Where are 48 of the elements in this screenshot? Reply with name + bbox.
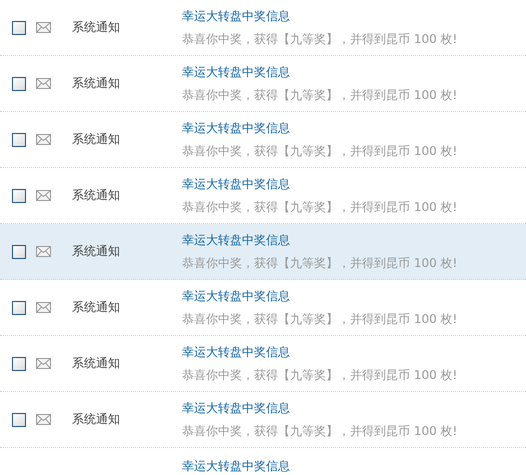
- message-text: 恭喜你中奖，获得【九等奖】，并得到昆币 100 枚!: [182, 366, 458, 384]
- envelope-icon: [36, 78, 51, 89]
- checkbox[interactable]: [12, 412, 26, 426]
- message-title-link[interactable]: 幸运大转盘中奖信息: [182, 176, 458, 192]
- message-text: 恭喜你中奖，获得【九等奖】，并得到昆币 100 枚!: [182, 86, 458, 104]
- message-title-link[interactable]: 幸运大转盘中奖信息: [182, 232, 458, 248]
- sender-name: 系统通知: [72, 75, 121, 92]
- message-text: 恭喜你中奖，获得【九等奖】，并得到昆币 100 枚!: [182, 310, 458, 328]
- envelope-icon: [36, 414, 51, 425]
- envelope-icon: [36, 358, 51, 369]
- sender-name: 系统通知: [72, 187, 121, 204]
- sender-name: 系统通知: [72, 299, 121, 316]
- checkbox[interactable]: [12, 300, 26, 314]
- message-text: 恭喜你中奖，获得【九等奖】，并得到昆币 100 枚!: [182, 142, 458, 160]
- message-title-link[interactable]: 幸运大转盘中奖信息: [182, 458, 290, 475]
- message-title-link[interactable]: 幸运大转盘中奖信息: [182, 120, 458, 136]
- message-row[interactable]: 系统通知 幸运大转盘中奖信息 恭喜你中奖，获得【九等奖】，并得到昆币 100 枚!: [0, 112, 526, 168]
- message-title-link[interactable]: 幸运大转盘中奖信息: [182, 288, 458, 304]
- message-row[interactable]: 系统通知 幸运大转盘中奖信息 恭喜你中奖，获得【九等奖】，并得到昆币 100 枚!: [0, 392, 526, 448]
- checkbox[interactable]: [12, 76, 26, 90]
- message-row[interactable]: 系统通知 幸运大转盘中奖信息 恭喜你中奖，获得【九等奖】，并得到昆币 100 枚!: [0, 280, 526, 336]
- message-title-link[interactable]: 幸运大转盘中奖信息: [182, 344, 458, 360]
- envelope-icon: [36, 246, 51, 257]
- envelope-icon: [36, 190, 51, 201]
- message-title-link[interactable]: 幸运大转盘中奖信息: [182, 400, 458, 416]
- message-row[interactable]: 系统通知 幸运大转盘中奖信息 恭喜你中奖，获得【九等奖】，并得到昆币 100 枚!: [0, 0, 526, 56]
- sender-name: 系统通知: [72, 355, 121, 372]
- checkbox[interactable]: [12, 356, 26, 370]
- message-text: 恭喜你中奖，获得【九等奖】，并得到昆币 100 枚!: [182, 30, 458, 48]
- checkbox[interactable]: [12, 188, 26, 202]
- envelope-icon: [36, 302, 51, 313]
- checkbox[interactable]: [12, 244, 26, 258]
- checkbox[interactable]: [12, 132, 26, 146]
- envelope-icon: [36, 22, 51, 33]
- message-text: 恭喜你中奖，获得【九等奖】，并得到昆币 100 枚!: [182, 254, 458, 272]
- message-text: 恭喜你中奖，获得【九等奖】，并得到昆币 100 枚!: [182, 422, 458, 440]
- message-title-link[interactable]: 幸运大转盘中奖信息: [182, 64, 458, 80]
- sender-name: 系统通知: [72, 131, 121, 148]
- message-text: 恭喜你中奖，获得【九等奖】，并得到昆币 100 枚!: [182, 198, 458, 216]
- sender-name: 系统通知: [72, 19, 121, 36]
- message-title-link[interactable]: 幸运大转盘中奖信息: [182, 8, 458, 24]
- message-row[interactable]: 系统通知 幸运大转盘中奖信息 恭喜你中奖，获得【九等奖】，并得到昆币 100 枚!: [0, 336, 526, 392]
- sender-name: 系统通知: [72, 243, 121, 260]
- envelope-icon: [36, 134, 51, 145]
- message-row[interactable]: 系统通知 幸运大转盘中奖信息 恭喜你中奖，获得【九等奖】，并得到昆币 100 枚!: [0, 56, 526, 112]
- sender-name: 系统通知: [72, 411, 121, 428]
- checkbox[interactable]: [12, 20, 26, 34]
- message-row[interactable]: 系统通知 幸运大转盘中奖信息 恭喜你中奖，获得【九等奖】，并得到昆币 100 枚!: [0, 224, 526, 280]
